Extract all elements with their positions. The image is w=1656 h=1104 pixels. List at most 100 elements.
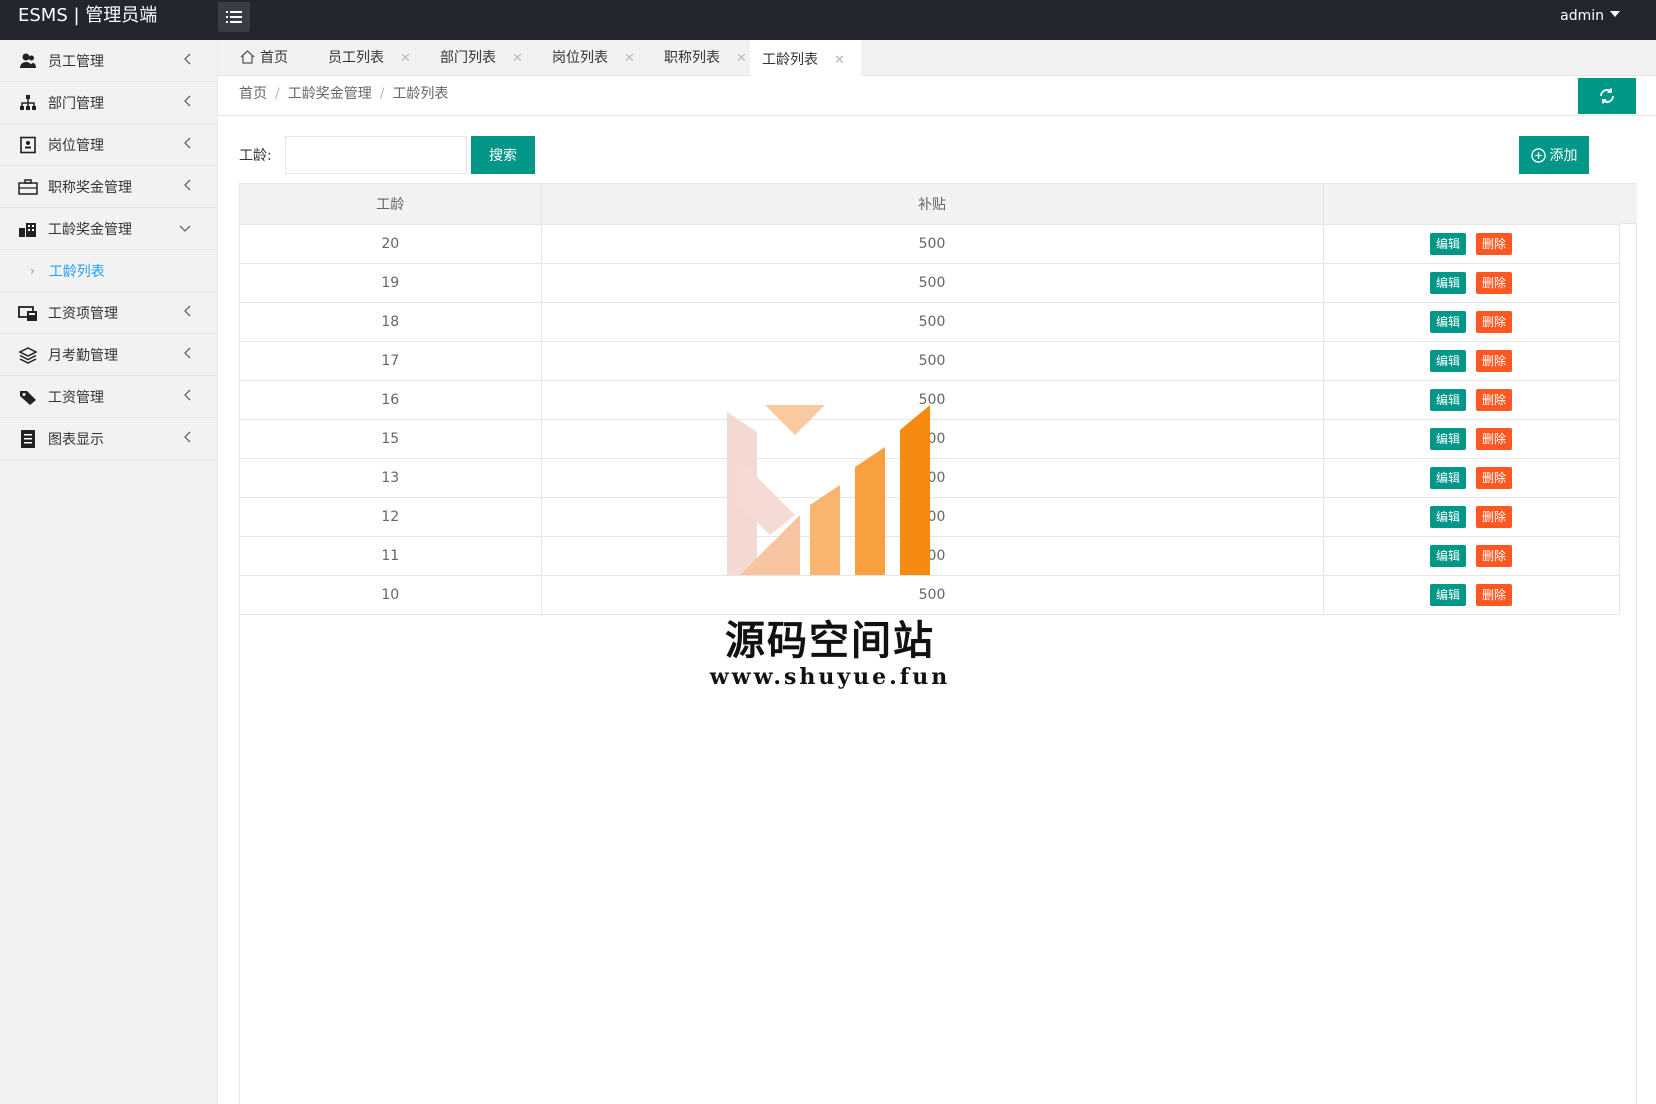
plus-circle-icon bbox=[1530, 147, 1546, 163]
cell-seniority: 12 bbox=[240, 497, 542, 537]
user-name: admin bbox=[1560, 8, 1604, 24]
delete-button[interactable]: 删除 bbox=[1476, 466, 1513, 489]
edit-button[interactable]: 编辑 bbox=[1429, 583, 1466, 606]
cell-actions: 编辑 删除 bbox=[1323, 224, 1620, 264]
delete-button[interactable]: 删除 bbox=[1476, 427, 1513, 450]
breadcrumb-item[interactable]: 工龄奖金管理 bbox=[288, 86, 372, 102]
sidebar-item-label: 职称奖金管理 bbox=[48, 179, 132, 196]
cell-actions: 编辑 删除 bbox=[1323, 302, 1620, 342]
edit-button[interactable]: 编辑 bbox=[1429, 310, 1466, 333]
delete-button[interactable]: 删除 bbox=[1476, 232, 1513, 255]
tab[interactable]: 部门列表 ✕ bbox=[440, 40, 523, 76]
sidebar-item[interactable]: 工龄奖金管理 bbox=[0, 208, 217, 250]
sitemap-icon bbox=[18, 93, 38, 113]
delete-button[interactable]: 删除 bbox=[1476, 544, 1513, 567]
tab[interactable]: 首页 bbox=[240, 40, 288, 76]
add-button[interactable]: 添加 bbox=[1519, 136, 1589, 174]
sidebar-item-label: 工资项管理 bbox=[48, 305, 118, 322]
chevron-left-icon bbox=[183, 305, 191, 321]
watermark-url: www.shuyue.fun bbox=[709, 664, 951, 690]
delete-button[interactable]: 删除 bbox=[1476, 349, 1513, 372]
close-icon[interactable]: ✕ bbox=[834, 53, 845, 68]
delete-button[interactable]: 删除 bbox=[1476, 310, 1513, 333]
delete-button[interactable]: 删除 bbox=[1476, 271, 1513, 294]
edit-button[interactable]: 编辑 bbox=[1429, 388, 1466, 411]
search-button[interactable]: 搜索 bbox=[471, 136, 535, 174]
sidebar-subitem[interactable]: › 工龄列表 bbox=[0, 250, 217, 292]
users-icon bbox=[18, 51, 38, 71]
sidebar-item[interactable]: 员工管理 bbox=[0, 40, 217, 82]
close-icon[interactable]: ✕ bbox=[736, 51, 747, 66]
watermark-text: 源码空间站 bbox=[725, 618, 935, 664]
close-icon[interactable]: ✕ bbox=[624, 51, 635, 66]
delete-button[interactable]: 删除 bbox=[1476, 505, 1513, 528]
cell-subsidy: 500 bbox=[541, 497, 1324, 537]
edit-button[interactable]: 编辑 bbox=[1429, 232, 1466, 255]
cell-seniority: 19 bbox=[240, 263, 542, 303]
cell-seniority: 20 bbox=[240, 224, 542, 264]
menu-toggle-button[interactable] bbox=[218, 2, 250, 32]
briefcase-icon bbox=[18, 177, 38, 197]
cell-actions: 编辑 删除 bbox=[1323, 341, 1620, 381]
edit-button[interactable]: 编辑 bbox=[1429, 544, 1466, 567]
chevron-left-icon bbox=[183, 53, 191, 69]
cell-subsidy: 500 bbox=[541, 380, 1324, 420]
chevron-right-icon: › bbox=[30, 263, 35, 278]
sidebar-item[interactable]: 月考勤管理 bbox=[0, 334, 217, 376]
edit-button[interactable]: 编辑 bbox=[1429, 271, 1466, 294]
edit-button[interactable]: 编辑 bbox=[1429, 466, 1466, 489]
table-row: 20 500 编辑 删除 bbox=[240, 224, 1620, 264]
close-icon[interactable]: ✕ bbox=[400, 51, 411, 66]
breadcrumb-item[interactable]: 首页 bbox=[239, 86, 267, 102]
tab[interactable]: 岗位列表 ✕ bbox=[552, 40, 635, 76]
tab[interactable]: 工龄列表 ✕ bbox=[750, 40, 861, 76]
cell-actions: 编辑 删除 bbox=[1323, 419, 1620, 459]
edit-button[interactable]: 编辑 bbox=[1429, 349, 1466, 372]
close-icon[interactable]: ✕ bbox=[512, 51, 523, 66]
sidebar-item[interactable]: 岗位管理 bbox=[0, 124, 217, 166]
edit-button[interactable]: 编辑 bbox=[1429, 427, 1466, 450]
sidebar-item[interactable]: 图表显示 bbox=[0, 418, 217, 460]
chevron-left-icon bbox=[183, 95, 191, 111]
cell-subsidy: 500 bbox=[541, 419, 1324, 459]
chevron-left-icon bbox=[183, 389, 191, 405]
sidebar-item[interactable]: 工资管理 bbox=[0, 376, 217, 418]
tab-label: 职称列表 bbox=[664, 50, 720, 66]
layers-icon bbox=[18, 345, 38, 365]
sidebar-item-label: 工资管理 bbox=[48, 389, 104, 406]
table-row: 16 500 编辑 删除 bbox=[240, 380, 1620, 420]
monitor-icon bbox=[18, 303, 38, 323]
cell-subsidy: 500 bbox=[541, 341, 1324, 381]
add-button-label: 添加 bbox=[1549, 148, 1578, 164]
sidebar-item[interactable]: 职称奖金管理 bbox=[0, 166, 217, 208]
sidebar-item[interactable]: 工资项管理 bbox=[0, 292, 217, 334]
sidebar: 员工管理部门管理岗位管理职称奖金管理工龄奖金管理 › 工龄列表工资项管理月考勤管理工… bbox=[0, 40, 218, 1104]
user-menu[interactable]: admin bbox=[1560, 0, 1620, 32]
table-header-row: 工龄 补贴 bbox=[240, 184, 1620, 225]
breadcrumb: 首页 / 工龄奖金管理 / 工龄列表 bbox=[239, 86, 449, 102]
tab-label: 首页 bbox=[260, 50, 288, 66]
edit-button[interactable]: 编辑 bbox=[1429, 505, 1466, 528]
chevron-left-icon bbox=[183, 179, 191, 195]
cell-subsidy: 500 bbox=[541, 302, 1324, 342]
cell-subsidy: 500 bbox=[541, 263, 1324, 303]
chevron-down-icon bbox=[179, 221, 191, 237]
sidebar-item[interactable]: 部门管理 bbox=[0, 82, 217, 124]
delete-button[interactable]: 删除 bbox=[1476, 583, 1513, 606]
tag-icon bbox=[18, 387, 38, 407]
tab-label: 部门列表 bbox=[440, 50, 496, 66]
sidebar-item-label: 月考勤管理 bbox=[48, 347, 118, 364]
sidebar-item-label: 部门管理 bbox=[48, 95, 104, 112]
cell-actions: 编辑 删除 bbox=[1323, 536, 1620, 576]
search-input[interactable] bbox=[285, 136, 467, 174]
document-icon bbox=[18, 429, 38, 449]
table-row: 11 500 编辑 删除 bbox=[240, 536, 1620, 576]
building-icon bbox=[18, 219, 38, 239]
refresh-button[interactable] bbox=[1578, 78, 1636, 114]
tab[interactable]: 职称列表 ✕ bbox=[664, 40, 747, 76]
tab[interactable]: 员工列表 ✕ bbox=[328, 40, 411, 76]
delete-button[interactable]: 删除 bbox=[1476, 388, 1513, 411]
cell-actions: 编辑 删除 bbox=[1323, 263, 1620, 303]
cell-subsidy: 500 bbox=[541, 536, 1324, 576]
column-header bbox=[1323, 184, 1620, 225]
